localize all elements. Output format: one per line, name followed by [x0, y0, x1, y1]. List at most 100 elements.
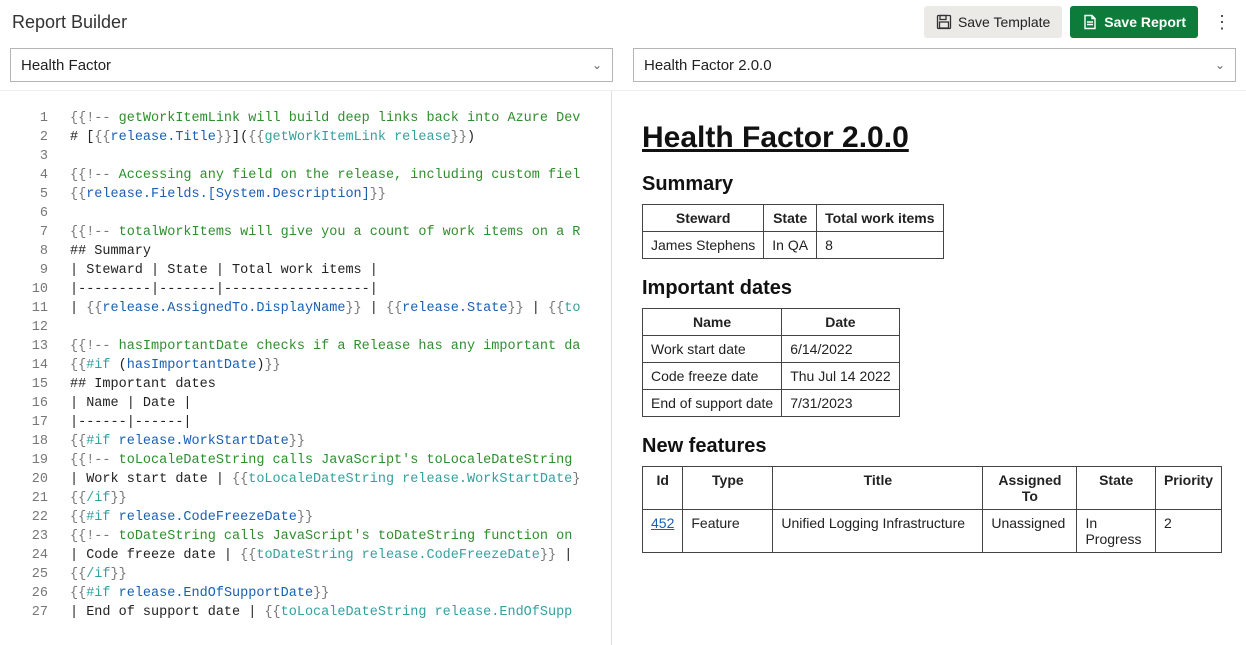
code-line[interactable]: {{#if release.CodeFreezeDate}}: [70, 508, 611, 527]
code-editor[interactable]: 1234567891011121314151617181920212223242…: [0, 109, 611, 622]
line-number: 15: [0, 375, 70, 394]
line-number: 6: [0, 204, 70, 223]
save-report-button[interactable]: Save Report: [1070, 6, 1198, 38]
chevron-down-icon: ⌄: [592, 58, 602, 72]
code-line[interactable]: [70, 204, 611, 223]
table-row: Code freeze dateThu Jul 14 2022: [643, 363, 900, 390]
release-select-value: Health Factor 2.0.0: [644, 57, 772, 74]
features-col-id: Id: [643, 467, 683, 510]
features-heading: New features: [642, 435, 1236, 458]
code-line[interactable]: | {{release.AssignedTo.DisplayName}} | {…: [70, 299, 611, 318]
preview-pane: Health Factor 2.0.0 Summary Steward Stat…: [612, 91, 1246, 645]
template-editor-pane: 1234567891011121314151617181920212223242…: [0, 91, 612, 645]
code-line[interactable]: {{/if}}: [70, 489, 611, 508]
code-line[interactable]: | Steward | State | Total work items |: [70, 261, 611, 280]
summary-steward: James Stephens: [643, 232, 764, 259]
template-select[interactable]: Health Factor ⌄: [10, 48, 613, 82]
code-line[interactable]: {{!-- toLocaleDateString calls JavaScrip…: [70, 451, 611, 470]
code-line[interactable]: {{release.Fields.[System.Description]}}: [70, 185, 611, 204]
line-number: 17: [0, 413, 70, 432]
line-number: 10: [0, 280, 70, 299]
line-number: 19: [0, 451, 70, 470]
line-number: 7: [0, 223, 70, 242]
line-number: 26: [0, 584, 70, 603]
line-number: 4: [0, 166, 70, 185]
work-item-link[interactable]: 452: [651, 515, 674, 531]
line-number: 2: [0, 128, 70, 147]
line-number: 18: [0, 432, 70, 451]
line-number: 1: [0, 109, 70, 128]
table-row: James Stephens In QA 8: [643, 232, 944, 259]
page-title: Report Builder: [12, 12, 127, 33]
code-line[interactable]: {{#if release.WorkStartDate}}: [70, 432, 611, 451]
more-menu-button[interactable]: ⋮: [1210, 12, 1234, 33]
code-line[interactable]: {{!-- totalWorkItems will give you a cou…: [70, 223, 611, 242]
features-col-type: Type: [683, 467, 773, 510]
code-line[interactable]: {{!-- toDateString calls JavaScript's to…: [70, 527, 611, 546]
summary-col-state: State: [764, 205, 817, 232]
code-line[interactable]: {{!-- getWorkItemLink will build deep li…: [70, 109, 611, 128]
save-template-button[interactable]: Save Template: [924, 6, 1062, 38]
code-line[interactable]: ## Summary: [70, 242, 611, 261]
summary-col-total: Total work items: [817, 205, 943, 232]
code-line[interactable]: |---------|-------|------------------|: [70, 280, 611, 299]
line-number: 13: [0, 337, 70, 356]
line-number: 20: [0, 470, 70, 489]
line-number: 8: [0, 242, 70, 261]
code-line[interactable]: {{#if release.EndOfSupportDate}}: [70, 584, 611, 603]
summary-state: In QA: [764, 232, 817, 259]
code-line[interactable]: {{!-- Accessing any field on the release…: [70, 166, 611, 185]
chevron-down-icon: ⌄: [1215, 58, 1225, 72]
code-line[interactable]: | Name | Date |: [70, 394, 611, 413]
code-line[interactable]: {{#if (hasImportantDate)}}: [70, 356, 611, 375]
dates-col-name: Name: [643, 309, 782, 336]
dates-col-date: Date: [782, 309, 899, 336]
line-number: 16: [0, 394, 70, 413]
line-number: 3: [0, 147, 70, 166]
code-line[interactable]: [70, 318, 611, 337]
features-col-priority: Priority: [1155, 467, 1221, 510]
code-line[interactable]: [70, 147, 611, 166]
save-template-label: Save Template: [958, 14, 1050, 30]
line-number: 23: [0, 527, 70, 546]
table-row: 452FeatureUnified Logging Infrastructure…: [643, 510, 1222, 553]
line-number: 9: [0, 261, 70, 280]
dates-heading: Important dates: [642, 277, 1236, 300]
release-select[interactable]: Health Factor 2.0.0 ⌄: [633, 48, 1236, 82]
code-line[interactable]: | Code freeze date | {{toDateString rele…: [70, 546, 611, 565]
selector-row: Health Factor ⌄ Health Factor 2.0.0 ⌄: [0, 42, 1246, 90]
code-line[interactable]: ## Important dates: [70, 375, 611, 394]
line-number: 11: [0, 299, 70, 318]
features-col-state: State: [1077, 467, 1156, 510]
table-row: Work start date6/14/2022: [643, 336, 900, 363]
code-line[interactable]: | Work start date | {{toLocaleDateString…: [70, 470, 611, 489]
template-select-value: Health Factor: [21, 57, 111, 74]
summary-total: 8: [817, 232, 943, 259]
code-line[interactable]: # [{{release.Title}}]({{getWorkItemLink …: [70, 128, 611, 147]
header-bar: Report Builder Save Template Save Report…: [0, 0, 1246, 42]
summary-table: Steward State Total work items James Ste…: [642, 204, 944, 259]
code-line[interactable]: {{!-- hasImportantDate checks if a Relea…: [70, 337, 611, 356]
line-number: 27: [0, 603, 70, 622]
line-number: 14: [0, 356, 70, 375]
code-line[interactable]: |------|------|: [70, 413, 611, 432]
document-icon: [1082, 14, 1098, 30]
features-col-title: Title: [773, 467, 983, 510]
features-col-assigned: Assigned To: [983, 467, 1077, 510]
summary-heading: Summary: [642, 173, 1236, 196]
line-number: 22: [0, 508, 70, 527]
line-number: 24: [0, 546, 70, 565]
line-number: 5: [0, 185, 70, 204]
dates-table: Name Date Work start date6/14/2022Code f…: [642, 308, 900, 417]
features-table: Id Type Title Assigned To State Priority…: [642, 466, 1222, 553]
summary-col-steward: Steward: [643, 205, 764, 232]
save-report-label: Save Report: [1104, 14, 1186, 30]
table-row: End of support date7/31/2023: [643, 390, 900, 417]
line-number: 12: [0, 318, 70, 337]
line-number: 25: [0, 565, 70, 584]
line-number: 21: [0, 489, 70, 508]
save-icon: [936, 14, 952, 30]
code-line[interactable]: {{/if}}: [70, 565, 611, 584]
code-line[interactable]: | End of support date | {{toLocaleDateSt…: [70, 603, 611, 622]
preview-title: Health Factor 2.0.0: [642, 121, 1236, 155]
